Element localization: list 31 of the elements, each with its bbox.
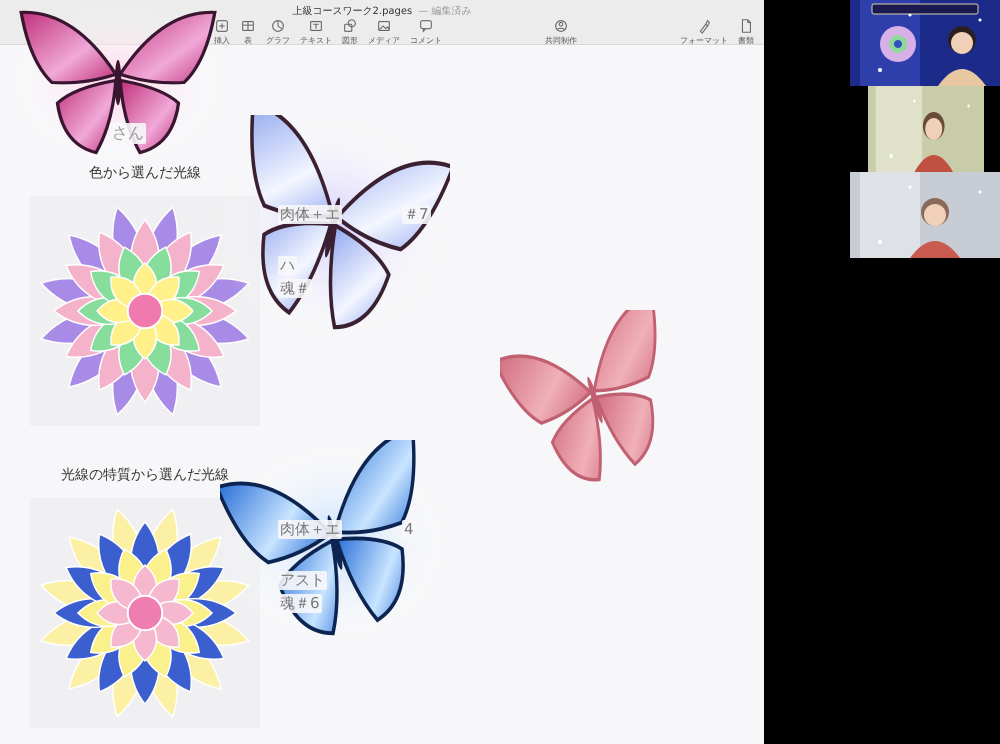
- text-fragment: 肉体＋エ: [278, 205, 342, 224]
- text-fragment: アスト: [278, 571, 327, 590]
- media-icon: [376, 18, 392, 34]
- toolbar-button[interactable]: フォーマット: [678, 18, 730, 46]
- chart-icon: [270, 18, 286, 34]
- toolbar-button[interactable]: 挿入: [212, 18, 232, 46]
- toolbar-button[interactable]: テキスト: [298, 18, 334, 46]
- text-fragment: ハ: [278, 256, 297, 275]
- text-fragment: 肉体＋エ: [278, 520, 342, 539]
- comment-icon: [418, 18, 434, 34]
- text-fragment: 4: [402, 520, 416, 539]
- toolbar-button[interactable]: コメント: [408, 18, 444, 46]
- toolbar-button[interactable]: メディア: [366, 18, 402, 46]
- insert-icon: [214, 18, 230, 34]
- section-heading: 光線の特質から選んだ光線: [61, 466, 229, 484]
- toolbar-button[interactable]: 共同制作: [543, 18, 579, 46]
- window-title: 上級コースワーク2.pages: [292, 4, 412, 18]
- section-heading: 色から選んだ光線: [89, 164, 201, 182]
- text-fragment: 魂＃: [278, 279, 312, 298]
- toolbar-button[interactable]: 書類: [736, 18, 756, 46]
- toolbar-button[interactable]: 表: [238, 18, 258, 46]
- text-icon: [308, 18, 324, 34]
- collab-icon: [553, 18, 569, 34]
- text-fragment: さん: [110, 123, 146, 144]
- shape-icon: [342, 18, 358, 34]
- text-fragment: ＃7: [402, 205, 431, 224]
- edit-status: — 編集済み: [418, 4, 472, 18]
- toolbar-button[interactable]: グラフ: [264, 18, 292, 46]
- text-fragment: 魂＃6: [278, 594, 322, 613]
- toolbar-button[interactable]: 図形: [340, 18, 360, 46]
- table-icon: [240, 18, 256, 34]
